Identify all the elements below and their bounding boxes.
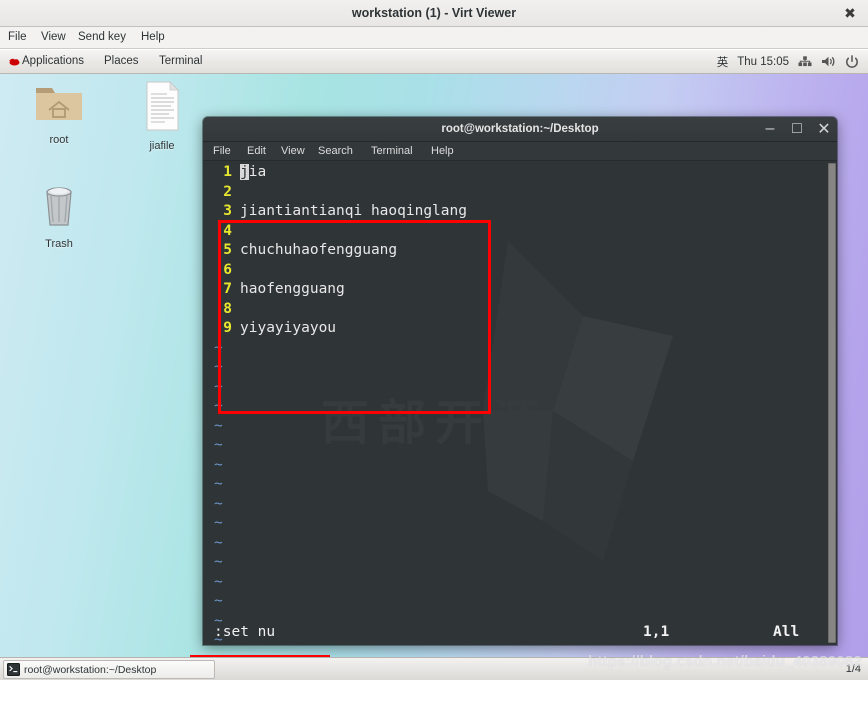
vim-line-text: ia bbox=[248, 164, 267, 180]
trash-icon bbox=[46, 187, 72, 226]
vim-line-text: yiyayiyayou bbox=[240, 320, 337, 336]
vim-line: 5 chuchuhaofengguang bbox=[214, 241, 397, 261]
taskbar-window-label: root@workstation:~/Desktop bbox=[24, 663, 157, 676]
taskbar: root@workstation:~/Desktop 1/4 bbox=[0, 657, 868, 680]
vim-line-text: haofengguang bbox=[240, 281, 345, 297]
virt-viewer-titlebar: workstation (1) - Virt Viewer ✖ bbox=[0, 0, 868, 27]
panel-terminal[interactable]: Terminal bbox=[159, 50, 202, 73]
vim-line-number: 4 bbox=[223, 222, 232, 239]
volume-icon[interactable] bbox=[821, 55, 836, 68]
panel-applications[interactable]: Applications bbox=[22, 50, 84, 73]
input-method-indicator[interactable]: 英 bbox=[717, 54, 729, 70]
vim-empty-line-marker: ~ bbox=[214, 437, 223, 453]
vim-empty-line-marker: ~ bbox=[214, 476, 223, 492]
gnome-top-panel: Applications Places Terminal 英 Thu 15:05 bbox=[0, 50, 868, 74]
vim-empty-line-marker: ~ bbox=[214, 456, 223, 473]
vim-empty-line-marker: ~ bbox=[214, 398, 223, 414]
vim-line: 9 yiyayiyayou bbox=[214, 319, 336, 339]
menu-send-key[interactable]: Send key bbox=[73, 27, 131, 48]
vim-line-number: 8 bbox=[223, 300, 232, 317]
vim-line: 3 jiantiantianqi haoqinglang bbox=[214, 202, 467, 222]
vim-empty-line-marker: ~ bbox=[214, 573, 223, 590]
panel-places[interactable]: Places bbox=[104, 50, 139, 73]
vim-line: 8 bbox=[214, 300, 240, 320]
redhat-logo-icon bbox=[9, 58, 20, 66]
vim-empty-line-marker: ~ bbox=[214, 339, 223, 356]
home-folder-icon bbox=[36, 88, 82, 120]
terminal-window: root@workstation:~/Desktop – □ ✕ File Ed… bbox=[203, 117, 837, 645]
vim-line-text: chuchuhaofengguang bbox=[240, 242, 398, 258]
desktop-icon-jiafile[interactable]: jiafile bbox=[125, 80, 199, 152]
menu-view[interactable]: View bbox=[36, 27, 71, 48]
power-icon[interactable] bbox=[845, 54, 859, 69]
vim-line-number: 2 bbox=[223, 183, 232, 200]
vim-empty-line-marker: ~ bbox=[214, 593, 223, 609]
vim-cursor-position: 1,1 bbox=[643, 624, 670, 640]
vim-scroll-indicator: All bbox=[773, 624, 800, 640]
vim-line: 4 bbox=[214, 222, 240, 242]
terminal-menu-file[interactable]: File bbox=[213, 142, 231, 160]
terminal-menu-view[interactable]: View bbox=[281, 142, 305, 160]
vim-empty-line-marker: ~ bbox=[214, 515, 223, 531]
vim-empty-line-marker: ~ bbox=[214, 495, 223, 512]
terminal-menubar: File Edit View Search Terminal Help bbox=[203, 142, 837, 161]
vim-empty-line-marker: ~ bbox=[214, 378, 223, 395]
minimize-icon[interactable]: – bbox=[763, 120, 777, 137]
desktop-icon-trash[interactable]: Trash bbox=[22, 180, 96, 250]
vim-line: 6 bbox=[214, 261, 240, 281]
workspace-indicator[interactable]: 1/4 bbox=[846, 658, 861, 680]
panel-clock[interactable]: Thu 15:05 bbox=[737, 56, 789, 68]
menu-file[interactable]: File bbox=[3, 27, 32, 48]
terminal-titlebar: root@workstation:~/Desktop – □ ✕ bbox=[203, 117, 837, 142]
vim-line-number: 3 bbox=[223, 203, 232, 219]
vim-empty-line-marker: ~ bbox=[214, 359, 223, 375]
terminal-icon bbox=[7, 663, 20, 676]
desktop-icon-root[interactable]: root bbox=[22, 80, 96, 146]
virt-viewer-title: workstation (1) - Virt Viewer bbox=[351, 6, 517, 20]
document-icon bbox=[146, 81, 179, 131]
window-controls: – □ ✕ bbox=[763, 117, 831, 141]
vim-line: 1 jia bbox=[214, 163, 266, 183]
desktop-icon-label: root bbox=[49, 134, 69, 146]
vim-line-number: 9 bbox=[223, 320, 232, 336]
panel-tray: 英 Thu 15:05 bbox=[717, 50, 868, 73]
terminal-menu-edit[interactable]: Edit bbox=[247, 142, 266, 160]
vim-line-text: jiantiantianqi haoqinglang bbox=[240, 203, 467, 219]
desktop-icon-label: jiafile bbox=[149, 140, 175, 152]
screen-root: workstation (1) - Virt Viewer ✖ File Vie… bbox=[0, 0, 868, 702]
vim-empty-line-marker: ~ bbox=[214, 534, 223, 551]
terminal-menu-search[interactable]: Search bbox=[318, 142, 353, 160]
close-icon[interactable]: ✕ bbox=[817, 121, 831, 138]
vim-line-number: 6 bbox=[223, 261, 232, 278]
network-icon[interactable] bbox=[798, 55, 812, 68]
vim-command-text: :set nu bbox=[214, 624, 276, 640]
terminal-title: root@workstation:~/Desktop bbox=[441, 123, 599, 135]
maximize-icon[interactable]: □ bbox=[790, 120, 804, 137]
terminal-menu-terminal[interactable]: Terminal bbox=[371, 142, 413, 160]
terminal-menu-help[interactable]: Help bbox=[431, 142, 454, 160]
taskbar-window-button[interactable]: root@workstation:~/Desktop bbox=[3, 660, 215, 679]
vim-line: 2 bbox=[214, 183, 240, 203]
vim-status-line: :set nu 1,1 All bbox=[203, 623, 837, 645]
guest-desktop: Applications Places Terminal 英 Thu 15:05 bbox=[0, 50, 868, 680]
desktop-icon-label: Trash bbox=[45, 238, 73, 250]
virt-viewer-menubar: File View Send key Help bbox=[0, 27, 868, 49]
close-icon[interactable]: ✖ bbox=[841, 4, 859, 22]
vim-line-number: 1 bbox=[223, 164, 232, 180]
vim-empty-line-marker: ~ bbox=[214, 554, 223, 570]
vim-empty-line-marker: ~ bbox=[214, 417, 223, 434]
menu-help[interactable]: Help bbox=[136, 27, 170, 48]
vim-cursor: j bbox=[240, 164, 249, 180]
vim-line-number: 7 bbox=[223, 281, 232, 297]
vim-line: 7 haofengguang bbox=[214, 280, 345, 300]
terminal-scrollbar[interactable] bbox=[828, 163, 836, 643]
vim-text-area[interactable]: 1 jia 2 3 jiantiantianqi haoqinglang 4 5 chuchu… bbox=[203, 161, 837, 645]
vim-line-number: 5 bbox=[223, 242, 232, 258]
terminal-body[interactable]: 西部开源 1 jia 2 3 jiantiantianqi haoqinglang 4 5 c… bbox=[203, 161, 837, 645]
